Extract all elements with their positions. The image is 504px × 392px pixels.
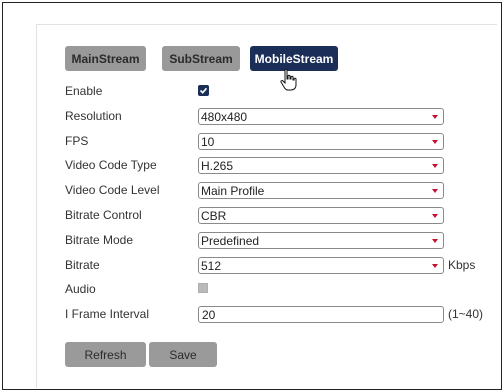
i-frame-interval-range: (1~40) bbox=[448, 307, 484, 321]
bitrate-mode-select[interactable]: Predefined bbox=[198, 232, 444, 249]
resolution-value: 480x480 bbox=[201, 109, 248, 124]
label-resolution: Resolution bbox=[65, 109, 122, 123]
resolution-select[interactable]: 480x480 bbox=[198, 108, 444, 125]
tab-main-stream[interactable]: MainStream bbox=[65, 46, 146, 71]
chevron-down-icon bbox=[432, 214, 438, 218]
bitrate-unit: Kbps bbox=[448, 258, 476, 272]
fps-value: 10 bbox=[201, 134, 215, 149]
video-code-type-select[interactable]: H.265 bbox=[198, 157, 444, 174]
chevron-down-icon bbox=[432, 140, 438, 144]
label-fps: FPS bbox=[65, 134, 89, 148]
label-bitrate-control: Bitrate Control bbox=[65, 208, 142, 222]
chevron-down-icon bbox=[432, 164, 438, 168]
video-code-type-value: H.265 bbox=[201, 158, 234, 173]
video-code-level-value: Main Profile bbox=[201, 183, 265, 198]
label-video-code-level: Video Code Level bbox=[65, 183, 160, 197]
chevron-down-icon bbox=[432, 239, 438, 243]
hand-cursor-icon bbox=[280, 68, 297, 91]
label-video-code-type: Video Code Type bbox=[65, 158, 157, 172]
bitrate-control-value: CBR bbox=[201, 208, 227, 223]
fps-select[interactable]: 10 bbox=[198, 133, 444, 150]
audio-checkbox[interactable] bbox=[198, 283, 208, 293]
label-bitrate-mode: Bitrate Mode bbox=[65, 233, 134, 247]
chevron-down-icon bbox=[432, 189, 438, 193]
tab-sub-stream[interactable]: SubStream bbox=[162, 46, 240, 71]
label-bitrate: Bitrate bbox=[65, 258, 100, 272]
refresh-button[interactable]: Refresh bbox=[65, 342, 146, 367]
chevron-down-icon bbox=[432, 115, 438, 119]
i-frame-interval-input[interactable]: 20 bbox=[198, 306, 444, 323]
i-frame-interval-value: 20 bbox=[202, 307, 216, 322]
chevron-down-icon bbox=[432, 264, 438, 268]
label-audio: Audio bbox=[65, 282, 96, 296]
bitrate-select[interactable]: 512 bbox=[198, 257, 444, 274]
enable-checkbox[interactable] bbox=[198, 85, 209, 96]
label-enable: Enable bbox=[65, 84, 103, 98]
bitrate-value: 512 bbox=[201, 258, 222, 273]
settings-panel bbox=[36, 24, 497, 388]
save-button[interactable]: Save bbox=[149, 342, 217, 367]
bitrate-mode-value: Predefined bbox=[201, 233, 260, 248]
label-i-frame-interval: I Frame Interval bbox=[65, 307, 150, 321]
video-code-level-select[interactable]: Main Profile bbox=[198, 182, 444, 199]
bitrate-control-select[interactable]: CBR bbox=[198, 207, 444, 224]
check-icon bbox=[199, 87, 208, 94]
